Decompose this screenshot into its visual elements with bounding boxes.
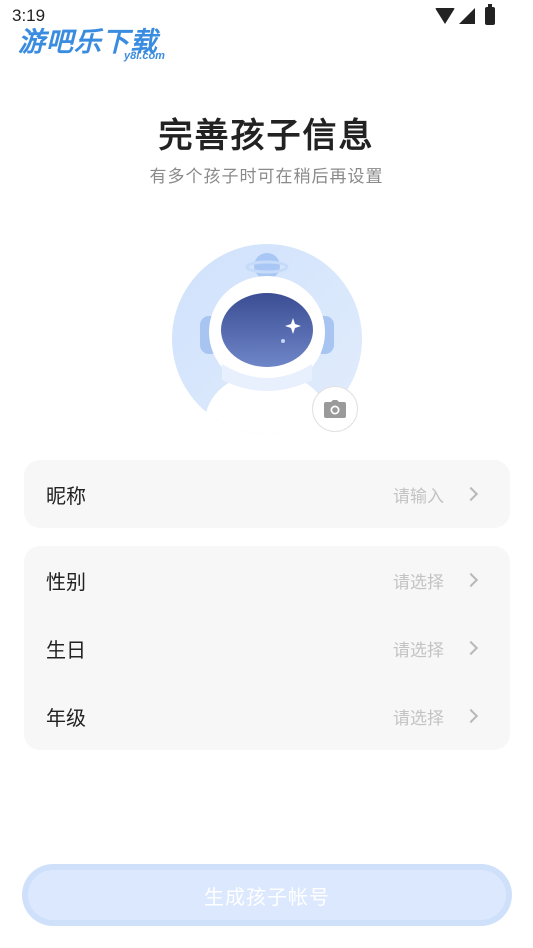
nickname-field[interactable]: 昵称 请输入 [24,460,510,528]
camera-icon [324,400,346,418]
watermark-logo: 游吧乐下载 y8l.com [18,20,188,64]
nickname-label: 昵称 [46,483,86,508]
profile-details-group: 性别 请选择 生日 请选择 年级 请选择 [24,546,510,750]
birthday-label: 生日 [46,637,86,662]
chevron-right-icon [463,572,479,588]
gender-placeholder: 请选择 [393,572,444,593]
wifi-icon [435,8,455,24]
nickname-placeholder: 请输入 [393,486,444,507]
grade-label: 年级 [46,705,86,730]
page-title: 完善孩子信息 [158,116,375,156]
signal-icon [459,8,475,24]
watermark-sub-text: y8l.com [124,50,165,62]
page-subtitle: 有多个孩子时可在稍后再设置 [149,167,384,187]
chevron-right-icon [463,708,479,724]
nickname-group: 昵称 请输入 [24,460,510,528]
status-icons [435,4,495,25]
battery-icon [485,4,495,25]
grade-placeholder: 请选择 [393,708,444,729]
chevron-right-icon [463,640,479,656]
birthday-placeholder: 请选择 [393,640,444,661]
birthday-field[interactable]: 生日 请选择 [24,614,510,682]
gender-field[interactable]: 性别 请选择 [24,546,510,614]
change-avatar-button[interactable] [312,386,358,432]
chevron-right-icon [463,486,479,502]
grade-field[interactable]: 年级 请选择 [24,682,510,750]
gender-label: 性别 [46,569,86,594]
create-account-button[interactable]: 生成孩子帐号 [22,864,512,926]
create-account-label: 生成孩子帐号 [28,870,506,920]
